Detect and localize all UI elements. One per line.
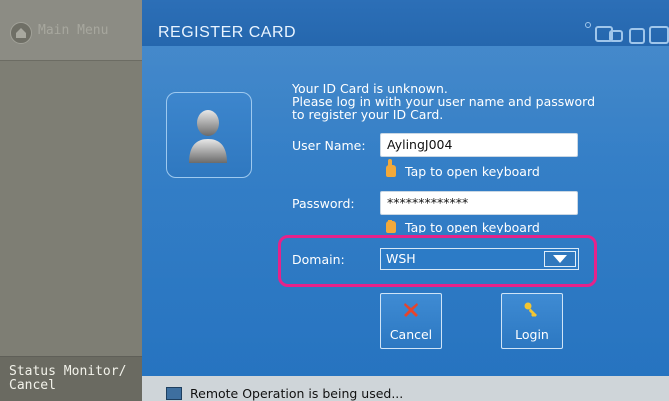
info-message: Your ID Card is unknown. Please log in w… xyxy=(292,82,652,121)
password-label: Password: xyxy=(292,196,355,211)
login-label: Login xyxy=(515,327,549,342)
password-keyboard-hint[interactable]: Tap to open keyboard xyxy=(386,220,540,233)
domain-select[interactable]: WSH xyxy=(380,248,579,270)
page-title: REGISTER CARD xyxy=(158,24,297,41)
password-field[interactable] xyxy=(380,191,578,215)
status-text: Remote Operation is being used... xyxy=(190,386,404,401)
status-monitor-cancel-button[interactable]: Status Monitor/ Cancel xyxy=(0,357,142,401)
monitor-icon xyxy=(166,387,182,400)
cancel-label: Cancel xyxy=(389,327,433,342)
status-monitor-label: Status Monitor/ Cancel xyxy=(9,364,127,393)
hand-pointer-icon xyxy=(386,220,396,233)
cancel-button[interactable]: Cancel xyxy=(380,293,442,349)
username-hint-text: Tap to open keyboard xyxy=(405,164,540,179)
username-label: User Name: xyxy=(292,138,366,153)
window-controls-icon[interactable] xyxy=(579,22,669,44)
chevron-down-icon[interactable] xyxy=(544,251,576,267)
password-input[interactable] xyxy=(387,192,575,213)
main-menu-label: Main Menu xyxy=(38,23,109,38)
home-icon xyxy=(10,22,32,44)
password-hint-text: Tap to open keyboard xyxy=(405,220,540,233)
user-avatar-icon xyxy=(166,92,252,178)
username-field[interactable] xyxy=(380,133,578,157)
username-keyboard-hint[interactable]: Tap to open keyboard xyxy=(386,159,540,179)
hand-pointer-icon xyxy=(386,159,396,177)
message-line: to register your ID Card. xyxy=(292,107,444,122)
sidebar-body xyxy=(0,61,142,357)
header-bar: REGISTER CARD xyxy=(142,0,669,46)
status-bar: Remote Operation is being used... xyxy=(142,376,669,401)
cancel-x-icon xyxy=(404,303,418,317)
username-input[interactable] xyxy=(387,134,575,155)
main-menu-button[interactable]: Main Menu xyxy=(0,0,142,61)
domain-value: WSH xyxy=(386,251,416,266)
main-panel: REGISTER CARD Your ID Card is unknown. P… xyxy=(142,0,669,401)
domain-label: Domain: xyxy=(292,252,345,267)
login-button[interactable]: Login xyxy=(501,293,563,349)
key-icon xyxy=(524,302,537,317)
sidebar: Main Menu Status Monitor/ Cancel xyxy=(0,0,142,401)
